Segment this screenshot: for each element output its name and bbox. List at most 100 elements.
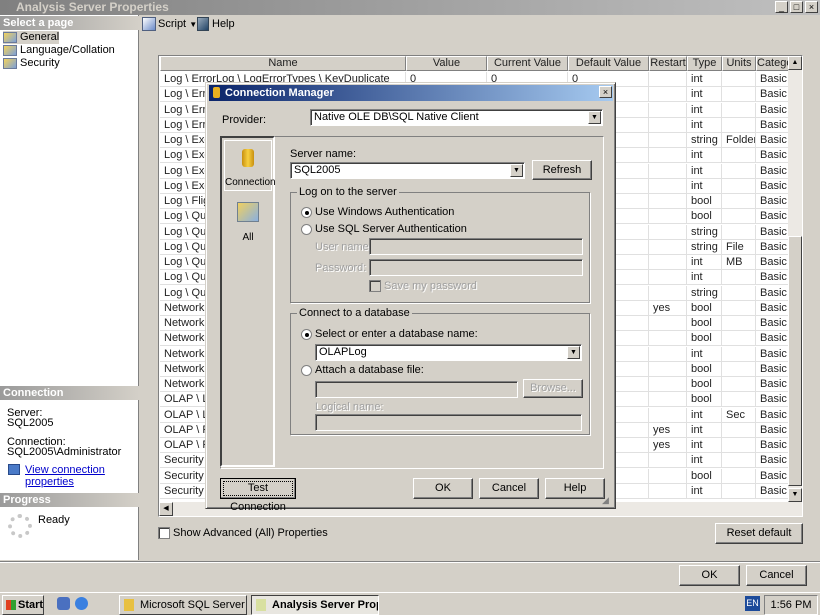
windows-auth-radio[interactable] — [301, 207, 312, 218]
user-name-input[interactable] — [369, 238, 583, 255]
provider-select[interactable]: Native OLE DB\SQL Native Client ▼ — [310, 109, 603, 126]
maximize-button[interactable]: □ — [790, 1, 803, 13]
server-name-combobox[interactable]: SQL2005 ▼ — [290, 162, 525, 179]
column-header-units[interactable]: Units — [722, 56, 756, 71]
cell-type: int — [687, 117, 722, 133]
connection-value: SQL2005\Administrator — [7, 446, 122, 458]
clock[interactable]: 1:56 PM — [771, 599, 812, 611]
database-file-input[interactable] — [315, 381, 518, 398]
cell-category: Basic — [756, 255, 789, 270]
cell-type: bool — [687, 331, 722, 347]
cell-units — [722, 316, 756, 331]
column-header-default-value[interactable]: Default Value — [568, 56, 649, 71]
resize-grip-icon[interactable]: ◢ — [602, 495, 609, 506]
browse-button[interactable]: Browse... — [523, 379, 583, 398]
password-input[interactable] — [369, 259, 583, 276]
cell-category: Basic — [756, 422, 789, 438]
cell-category: Basic — [756, 102, 789, 118]
cell-restart — [649, 178, 687, 194]
show-advanced-checkbox[interactable] — [158, 527, 170, 539]
sql-auth-label[interactable]: Use SQL Server Authentication — [315, 223, 467, 235]
tab-connection[interactable]: Connection — [224, 140, 276, 191]
column-header-current-value[interactable]: Current Value — [487, 56, 568, 71]
server-name-value: SQL2005 — [294, 164, 341, 176]
tab-label: All — [242, 232, 254, 243]
logical-name-label: Logical name: — [315, 401, 384, 413]
scroll-down-icon[interactable]: ▼ — [788, 488, 802, 502]
chevron-down-icon[interactable]: ▼ — [588, 111, 601, 124]
cell-category: Basic — [756, 224, 789, 240]
cell-type: bool — [687, 316, 722, 331]
cell-restart — [649, 346, 687, 362]
tab-all[interactable]: All — [224, 198, 272, 243]
refresh-button[interactable]: Refresh — [532, 160, 592, 180]
cell-category: Basic — [756, 133, 789, 148]
sql-auth-radio[interactable] — [301, 224, 312, 235]
reset-default-button[interactable]: Reset default — [715, 523, 803, 544]
cell-units — [722, 72, 756, 87]
logical-name-input[interactable] — [315, 414, 582, 431]
column-header-restart[interactable]: Restart — [649, 56, 687, 71]
column-header-category[interactable]: Catego — [756, 56, 792, 71]
cell-category: Basic — [756, 87, 789, 103]
help-button[interactable]: Help — [212, 18, 235, 30]
nav-security[interactable]: Security — [3, 57, 60, 70]
cell-units: File — [722, 239, 756, 255]
save-password-checkbox[interactable] — [369, 280, 381, 292]
taskbar: Start Microsoft SQL Server Ma... Analysi… — [0, 592, 820, 615]
nav-language-collation[interactable]: Language/Collation — [3, 44, 115, 57]
start-button[interactable]: Start — [2, 595, 44, 615]
database-name-combobox[interactable]: OLAPLog ▼ — [315, 344, 582, 361]
column-header-value[interactable]: Value — [406, 56, 487, 71]
cell-type: int — [687, 87, 722, 103]
select-database-label[interactable]: Select or enter a database name: — [315, 328, 478, 340]
taskbar-item-sql-server[interactable]: Microsoft SQL Server Ma... — [119, 595, 247, 615]
vertical-scrollbar[interactable]: ▲ ▼ — [788, 56, 802, 502]
cell-units — [722, 300, 756, 316]
cell-category: Basic — [756, 438, 789, 453]
database-icon — [213, 87, 220, 98]
dialog-help-button[interactable]: Help — [545, 478, 605, 499]
cell-category: Basic — [756, 316, 789, 331]
minimize-button[interactable]: _ — [775, 1, 788, 13]
scroll-thumb[interactable] — [788, 236, 802, 486]
dialog-ok-button[interactable]: OK — [413, 478, 473, 499]
windows-auth-label[interactable]: Use Windows Authentication — [315, 206, 454, 218]
dialog-close-button[interactable]: × — [599, 86, 612, 98]
cell-type: bool — [687, 194, 722, 209]
close-button[interactable]: × — [805, 1, 818, 13]
show-advanced-label[interactable]: Show Advanced (All) Properties — [173, 527, 328, 539]
window-title: Analysis Server Properties — [16, 0, 169, 14]
column-header-type[interactable]: Type — [687, 56, 722, 71]
cell-type: int — [687, 270, 722, 286]
chevron-down-icon[interactable]: ▼ — [567, 346, 580, 359]
cell-type: int — [687, 148, 722, 164]
quick-launch-icon[interactable] — [57, 597, 70, 610]
nav-general[interactable]: General — [3, 31, 60, 44]
view-connection-properties-link[interactable]: View connection properties — [25, 464, 138, 488]
language-indicator[interactable]: EN — [745, 596, 760, 611]
ok-button[interactable]: OK — [679, 565, 740, 586]
cell-category: Basic — [756, 72, 789, 87]
cell-restart — [649, 468, 687, 484]
cell-category: Basic — [756, 483, 789, 499]
cell-category: Basic — [756, 468, 789, 484]
internet-explorer-icon[interactable] — [75, 597, 88, 610]
test-connection-button[interactable]: Test Connection — [220, 478, 296, 513]
cancel-button[interactable]: Cancel — [746, 565, 807, 586]
progress-spinner-icon — [8, 514, 32, 538]
scroll-up-icon[interactable]: ▲ — [788, 56, 802, 70]
attach-database-radio[interactable] — [301, 365, 312, 376]
cell-restart — [649, 453, 687, 469]
dropdown-arrow-icon: ▼ — [189, 20, 198, 29]
column-header-name[interactable]: Name — [160, 56, 406, 71]
attach-database-label[interactable]: Attach a database file: — [315, 364, 424, 376]
dialog-cancel-button[interactable]: Cancel — [479, 478, 539, 499]
script-button[interactable]: Script ▼ — [158, 18, 197, 30]
select-database-radio[interactable] — [301, 329, 312, 340]
cell-type: bool — [687, 300, 722, 316]
scroll-left-icon[interactable]: ◀ — [159, 502, 173, 516]
cell-category: Basic — [756, 392, 789, 408]
taskbar-item-analysis-server[interactable]: Analysis Server Prop... — [251, 595, 379, 615]
chevron-down-icon[interactable]: ▼ — [510, 164, 523, 177]
